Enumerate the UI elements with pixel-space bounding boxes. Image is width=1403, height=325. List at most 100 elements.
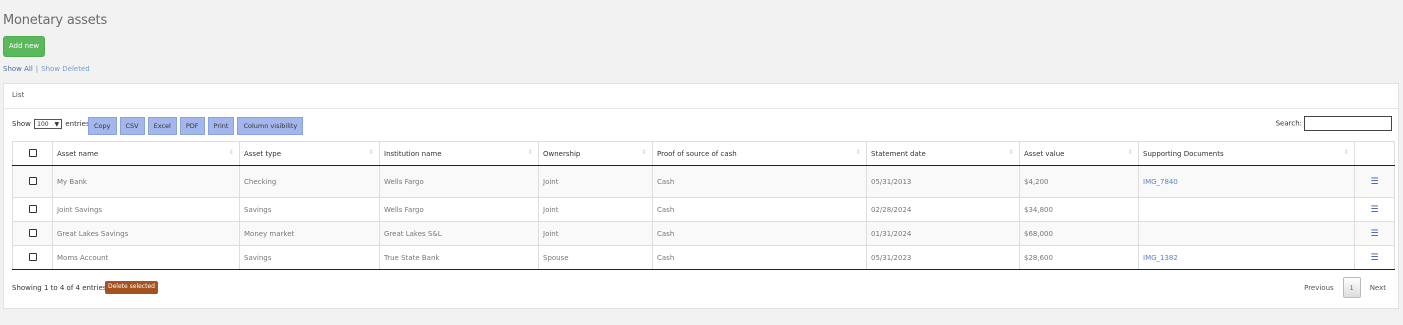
sort-icon: ⇳ [855,149,861,156]
institution-cell: Wells Fargo [379,197,539,222]
institution-cell: True State Bank [379,245,539,270]
asset-value-cell: $68,000 [1019,221,1139,246]
asset-type-cell: Money market [239,221,380,246]
sort-icon: ⇳ [1008,149,1014,156]
proof-cell: Cash [652,197,867,222]
assets-table: Asset name ⇳ Asset type ⇳ Institution name… [12,141,1395,270]
search-label: Search: [1275,119,1302,128]
ownership-cell: Joint [538,165,653,198]
document-link[interactable] [1138,221,1355,246]
hamburger-menu-icon[interactable]: ☰ [1354,221,1395,246]
asset-value-cell: $28,600 [1019,245,1139,270]
show-all-link[interactable]: Show All [3,65,33,73]
previous-page-button[interactable]: Previous [1304,284,1334,292]
hamburger-menu-icon[interactable]: ☰ [1354,165,1395,198]
institution-cell: Great Lakes S&L [379,221,539,246]
sort-icon: ⇳ [527,149,533,156]
sort-icon: ⇳ [641,149,647,156]
ownership-cell: Joint [538,197,653,222]
select-all-header [12,141,53,166]
list-panel: List Show 100 ▼ entries Copy CSV Excel PD… [3,83,1399,309]
column-header[interactable]: Institution name ⇳ [379,141,539,166]
add-new-button[interactable]: Add new [3,36,45,57]
proof-cell: Cash [652,245,867,270]
row-checkbox[interactable] [29,204,37,213]
sort-icon: ⇳ [368,149,374,156]
row-checkbox[interactable] [29,176,37,185]
print-button[interactable]: Print [207,117,235,135]
column-header-label: Asset value [1024,149,1065,158]
statement-date-cell: 05/31/2023 [866,245,1020,270]
show-deleted-link[interactable]: Show Deleted [41,65,90,73]
pdf-button[interactable]: PDF [179,117,205,135]
show-label: Show [12,120,31,128]
document-link[interactable]: IMG_1382 [1138,245,1355,270]
column-header[interactable]: Statement date ⇳ [866,141,1020,166]
sort-icon: ⇳ [228,149,234,156]
actions-header [1354,141,1395,166]
table-row: Joint Savings Savings Wells Fargo Joint … [12,197,1395,222]
csv-button[interactable]: CSV [119,117,145,135]
table-row: My Bank Checking Wells Fargo Joint Cash … [12,165,1395,198]
search-control: Search: [1276,116,1392,131]
column-visibility-button[interactable]: Column visibility [237,117,304,135]
column-header[interactable]: Proof of source of cash ⇳ [652,141,867,166]
statement-date-cell: 02/28/2024 [866,197,1020,222]
document-link[interactable] [1138,197,1355,222]
page-length-value: 100 [37,121,49,128]
row-select-cell [12,245,53,270]
column-header[interactable]: Asset value ⇳ [1019,141,1139,166]
row-select-cell [12,221,53,246]
column-header-label: Supporting Documents [1143,149,1224,158]
asset-name-cell: Moms Account [52,245,240,270]
excel-button[interactable]: Excel [147,117,177,135]
search-input[interactable] [1304,116,1392,131]
ownership-cell: Joint [538,221,653,246]
column-header-label: Asset type [244,149,281,158]
sort-icon: ⇳ [1343,149,1349,156]
statement-date-cell: 01/31/2024 [866,221,1020,246]
filter-separator: | [35,65,39,73]
panel-title: List [4,84,1398,109]
page-title: Monetary assets [3,13,108,28]
next-page-button[interactable]: Next [1370,284,1386,292]
row-select-cell [12,197,53,222]
asset-name-cell: My Bank [52,165,240,198]
column-header-label: Asset name [57,149,99,158]
column-header-label: Proof of source of cash [657,149,737,158]
chevron-down-icon: ▼ [54,121,60,128]
sort-icon: ⇳ [1127,149,1133,156]
table-controls: Show 100 ▼ entries Copy CSV Excel PDF Pri… [12,116,1392,138]
proof-cell: Cash [652,165,867,198]
row-checkbox[interactable] [29,252,37,261]
column-header-label: Ownership [543,149,581,158]
row-checkbox[interactable] [29,228,37,237]
page-length-control: Show 100 ▼ entries [12,119,90,129]
table-header-row: Asset name ⇳ Asset type ⇳ Institution name… [12,141,1395,166]
select-all-checkbox[interactable] [29,148,37,157]
asset-value-cell: $4,200 [1019,165,1139,198]
filter-links: Show All | Show Deleted [3,65,90,73]
institution-cell: Wells Fargo [379,165,539,198]
delete-selected-button[interactable]: Delete selected [105,281,158,294]
row-select-cell [12,165,53,198]
table-info: Showing 1 to 4 of 4 entries [12,284,107,292]
table-row: Great Lakes Savings Money market Great L… [12,221,1395,246]
column-header[interactable]: Ownership ⇳ [538,141,653,166]
asset-name-cell: Great Lakes Savings [52,221,240,246]
document-link[interactable]: IMG_7840 [1138,165,1355,198]
hamburger-menu-icon[interactable]: ☰ [1354,197,1395,222]
column-header-label: Statement date [871,149,926,158]
entries-label: entries [65,120,90,128]
asset-type-cell: Savings [239,197,380,222]
hamburger-menu-icon[interactable]: ☰ [1354,245,1395,270]
page-length-select[interactable]: 100 ▼ [34,119,63,129]
export-buttons: Copy CSV Excel PDF Print Column visibili… [88,117,304,135]
column-header[interactable]: Supporting Documents ⇳ [1138,141,1355,166]
copy-button[interactable]: Copy [88,117,117,135]
asset-type-cell: Checking [239,165,380,198]
column-header[interactable]: Asset name ⇳ [52,141,240,166]
page-1-button[interactable]: 1 [1342,277,1361,298]
table-row: Moms Account Savings True State Bank Spo… [12,245,1395,270]
column-header[interactable]: Asset type ⇳ [239,141,380,166]
